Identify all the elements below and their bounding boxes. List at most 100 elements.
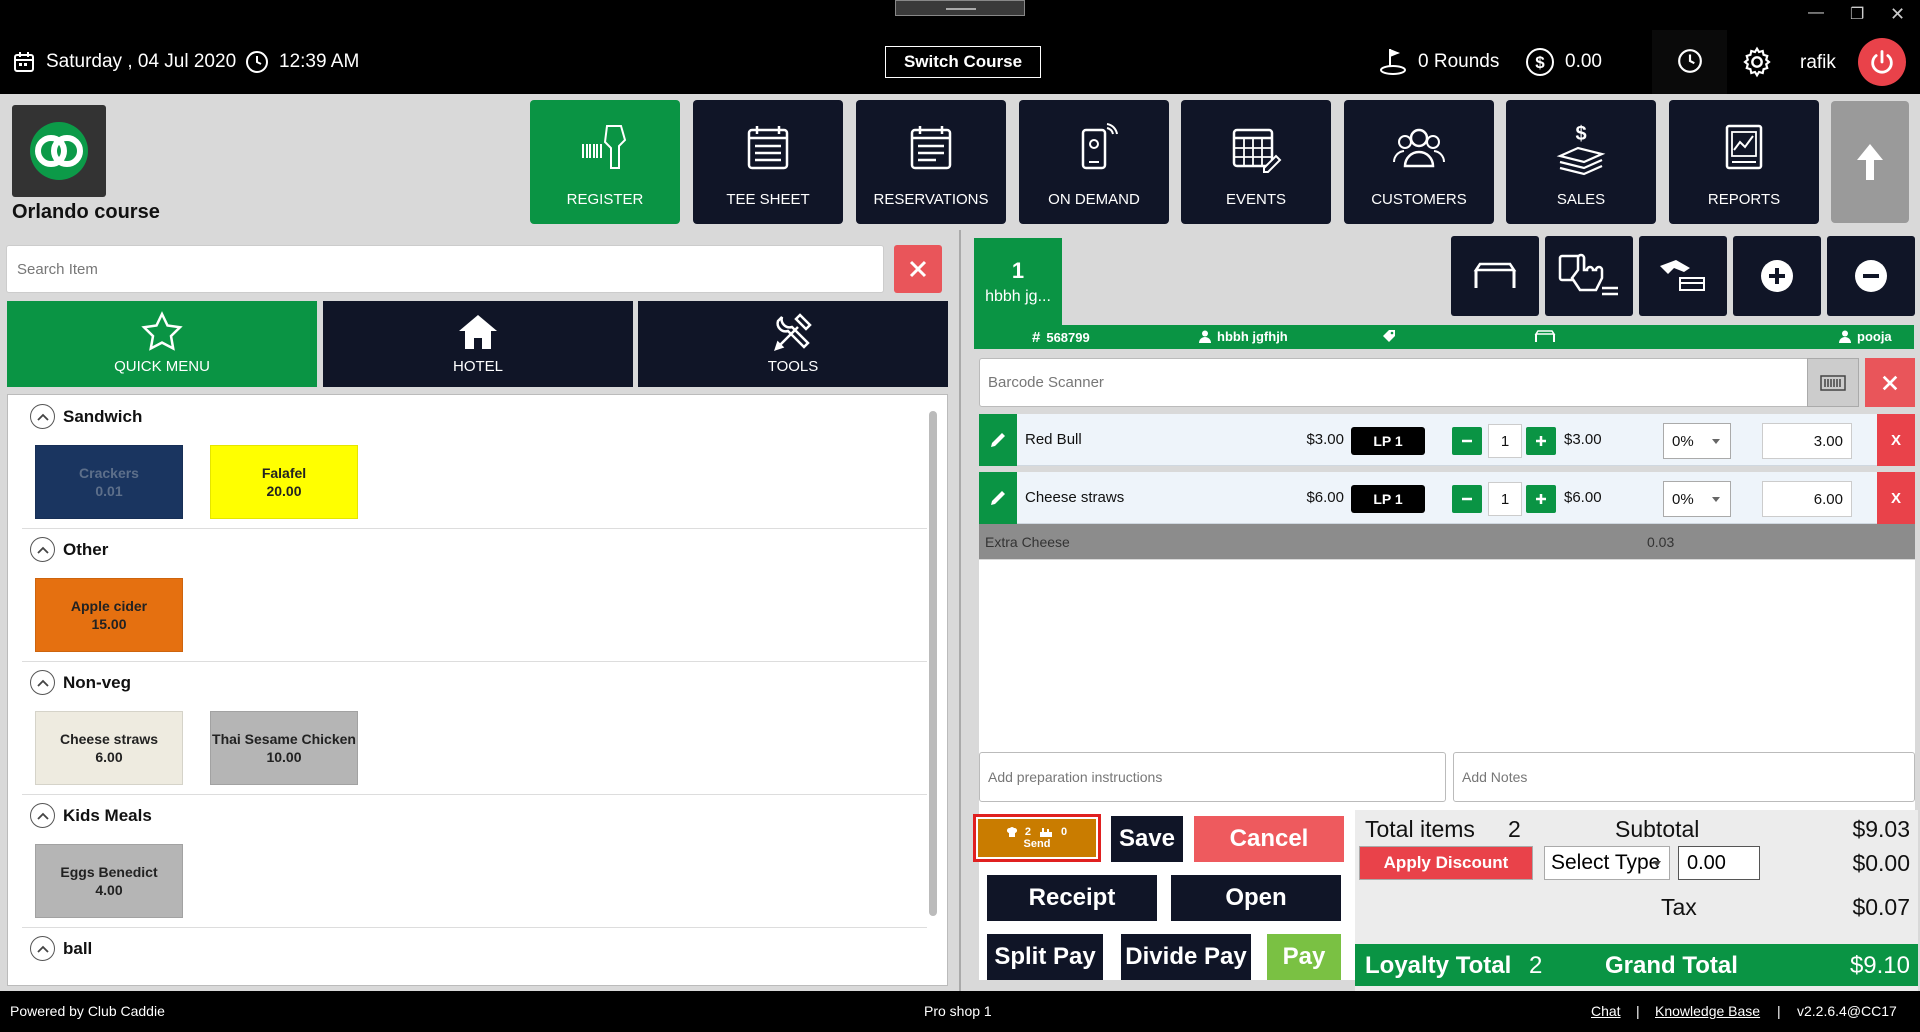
chevron-up-icon	[30, 670, 55, 695]
nav-register[interactable]: REGISTER	[530, 100, 680, 224]
dollar-icon: $	[1526, 48, 1554, 76]
bar-icon	[1040, 827, 1052, 837]
location: Pro shop 1	[924, 1003, 992, 1019]
clear-barcode-button[interactable]	[1865, 358, 1915, 407]
time-display: 12:39 AM	[245, 50, 359, 74]
divide-pay-button[interactable]: Divide Pay	[1121, 934, 1251, 980]
discount-type-select[interactable]: Select Type	[1544, 846, 1670, 880]
add-button[interactable]	[1733, 236, 1821, 316]
switch-course-button[interactable]: Switch Course	[885, 46, 1041, 78]
knowledge-base-link[interactable]: Knowledge Base	[1655, 1003, 1760, 1019]
nav-sales[interactable]: $ SALES	[1506, 100, 1656, 224]
gear-icon[interactable]	[1741, 46, 1773, 78]
user-name[interactable]: rafik	[1800, 52, 1836, 74]
order-line[interactable]: Red Bull $3.00 LP 1 1 $3.00 0% 3.00 X	[979, 414, 1915, 466]
loyalty-points-badge[interactable]: LP 1	[1351, 427, 1425, 455]
apply-discount-button[interactable]: Apply Discount	[1359, 846, 1533, 880]
increase-qty-button[interactable]	[1526, 427, 1556, 455]
server-info[interactable]: pooja	[1839, 329, 1892, 344]
modifier-row[interactable]: Extra Cheese 0.03	[979, 524, 1915, 559]
section-title: Kids Meals	[63, 805, 152, 825]
discount-value-input[interactable]: 0.00	[1678, 846, 1760, 880]
scroll-up-button[interactable]	[1831, 101, 1909, 223]
line-discount-select[interactable]: 0%	[1663, 423, 1731, 459]
clear-search-button[interactable]	[894, 245, 942, 293]
edit-line-button[interactable]	[979, 414, 1017, 466]
menu-item-falafel[interactable]: Falafel 20.00	[210, 445, 358, 519]
edit-line-button[interactable]	[979, 472, 1017, 524]
barcode-button[interactable]	[1807, 358, 1859, 407]
receipt-button[interactable]: Receipt	[987, 875, 1157, 921]
increase-qty-button[interactable]	[1526, 485, 1556, 513]
menu-item-eggs-benedict[interactable]: Eggs Benedict 4.00	[35, 844, 183, 918]
menu-list[interactable]: Sandwich Crackers 0.01 Falafel 20.00 Oth…	[7, 394, 948, 986]
section-non-veg[interactable]: Non-veg	[30, 670, 131, 695]
qty-input[interactable]: 1	[1488, 424, 1522, 458]
window-drag-handle[interactable]	[895, 0, 1025, 16]
loyalty-points-badge[interactable]: LP 1	[1351, 485, 1425, 513]
restore-icon[interactable]: ❐	[1850, 4, 1864, 24]
tab-quick-menu[interactable]: QUICK MENU	[7, 301, 317, 387]
delete-line-button[interactable]: X	[1877, 414, 1915, 466]
hand-select-button[interactable]	[1545, 236, 1633, 316]
qty-input[interactable]: 1	[1488, 482, 1522, 516]
tab-hotel[interactable]: HOTEL	[323, 301, 633, 387]
notes-input[interactable]: Add Notes	[1453, 752, 1915, 802]
order-line[interactable]: Cheese straws $6.00 LP 1 1 $6.00 0% 6.00…	[979, 472, 1915, 524]
arrow-up-icon	[1857, 144, 1883, 180]
nav-customers[interactable]: CUSTOMERS	[1344, 100, 1494, 224]
delete-line-button[interactable]: X	[1877, 472, 1915, 524]
time-clock-button[interactable]	[1652, 30, 1727, 94]
nav-events[interactable]: EVENTS	[1181, 100, 1331, 224]
menu-item-crackers[interactable]: Crackers 0.01	[35, 445, 183, 519]
split-pay-button[interactable]: Split Pay	[987, 934, 1103, 980]
section-sandwich[interactable]: Sandwich	[30, 404, 142, 429]
transfer-button[interactable]	[1639, 236, 1727, 316]
table-button[interactable]	[1451, 236, 1539, 316]
open-button[interactable]: Open	[1171, 875, 1341, 921]
menu-scrollbar[interactable]	[929, 411, 937, 916]
nav-label: EVENTS	[1225, 191, 1286, 208]
decrease-qty-button[interactable]	[1452, 427, 1482, 455]
tag-icon[interactable]	[1382, 329, 1396, 343]
line-discount-select[interactable]: 0%	[1663, 481, 1731, 517]
line-amount-input[interactable]: 3.00	[1762, 423, 1852, 459]
nav-on-demand[interactable]: ON DEMAND	[1019, 100, 1169, 224]
send-count-kitchen: 2	[1024, 826, 1031, 838]
mobile-icon	[1081, 123, 1118, 170]
section-kids-meals[interactable]: Kids Meals	[30, 803, 152, 828]
decrease-qty-button[interactable]	[1452, 485, 1482, 513]
minimize-icon[interactable]: —	[1808, 4, 1824, 22]
tab-tools[interactable]: TOOLS	[638, 301, 948, 387]
tools-icon	[774, 313, 812, 351]
order-tab[interactable]: 1 hbbh jg...	[974, 238, 1062, 326]
remove-button[interactable]	[1827, 236, 1915, 316]
menu-item-cheese-straws[interactable]: Cheese straws 6.00	[35, 711, 183, 785]
nav-tee-sheet[interactable]: TEE SHEET	[693, 100, 843, 224]
footer-separator: |	[1636, 1003, 1640, 1019]
close-window-icon[interactable]: ✕	[1890, 4, 1905, 25]
menu-item-apple-cider[interactable]: Apple cider 15.00	[35, 578, 183, 652]
cancel-button[interactable]: Cancel	[1194, 816, 1344, 862]
table-icon[interactable]	[1534, 329, 1556, 343]
save-button[interactable]: Save	[1111, 816, 1183, 862]
search-input[interactable]: Search Item	[6, 245, 884, 293]
section-other[interactable]: Other	[30, 537, 108, 562]
send-button[interactable]: 2 0 Send	[973, 814, 1101, 862]
menu-item-thai-sesame-chicken[interactable]: Thai Sesame Chicken 10.00	[210, 711, 358, 785]
customer-info[interactable]: hbbh jgfhjh	[1199, 329, 1288, 344]
nav-reports[interactable]: REPORTS	[1669, 100, 1819, 224]
chat-link[interactable]: Chat	[1591, 1003, 1621, 1019]
list-icon	[747, 126, 789, 170]
barcode-input[interactable]: Barcode Scanner	[979, 358, 1815, 407]
pay-button[interactable]: Pay	[1267, 934, 1341, 980]
nav-reservations[interactable]: RESERVATIONS	[856, 100, 1006, 224]
power-button[interactable]	[1858, 38, 1906, 86]
barcode-scanner-icon	[582, 125, 627, 169]
section-ball[interactable]: ball	[30, 936, 92, 961]
rounds-display[interactable]: 0 Rounds	[1378, 47, 1499, 77]
svg-text:$: $	[1575, 123, 1586, 145]
line-amount-input[interactable]: 6.00	[1762, 481, 1852, 517]
prep-instructions-input[interactable]: Add preparation instructions	[979, 752, 1446, 802]
balance-display[interactable]: $ 0.00	[1525, 47, 1602, 77]
